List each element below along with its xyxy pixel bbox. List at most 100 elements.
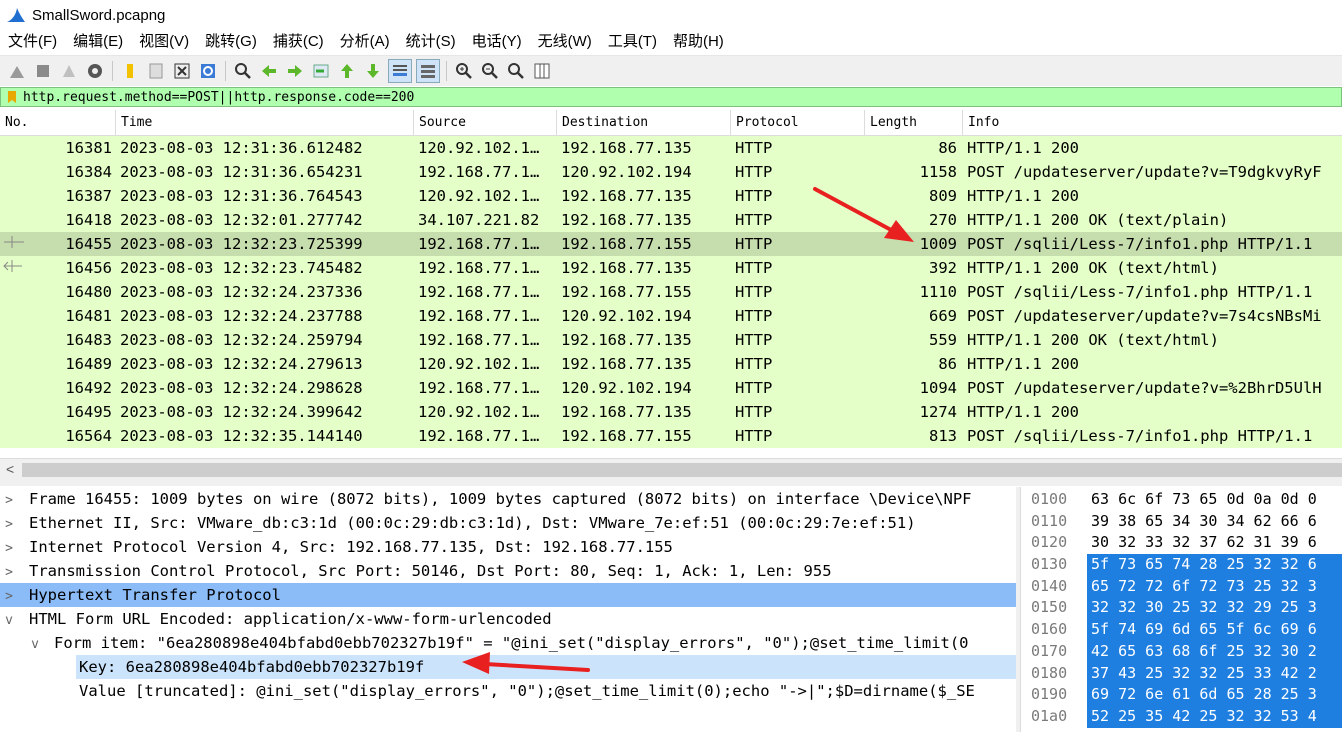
packet-row[interactable]: 16489 2023-08-03 12:32:24.279613 120.92.10… xyxy=(0,352,1342,376)
hex-offset: 0150 xyxy=(1031,598,1068,617)
tree-item-value[interactable]: Value [truncated]: @ini_set("display_err… xyxy=(0,679,1016,703)
packet-list-hscrollbar[interactable]: < xyxy=(0,458,1342,481)
tree-item-form-item[interactable]: v Form item: "6ea280898e404bfabd0ebb70232… xyxy=(0,631,1016,655)
hex-row[interactable]: 0150 32 32 30 25 32 32 29 25 3 xyxy=(1021,597,1342,620)
reload-icon[interactable] xyxy=(197,60,219,82)
packet-cell-len: 1110 xyxy=(919,283,957,301)
expand-chevron-icon[interactable]: > xyxy=(0,513,18,537)
hex-row[interactable]: 0180 37 43 25 32 32 25 33 42 2 xyxy=(1021,662,1342,685)
zoom-out-icon[interactable] xyxy=(479,60,501,82)
packet-row[interactable]: 16481 2023-08-03 12:32:24.237788 192.168.7… xyxy=(0,304,1342,328)
packet-cell-time: 2023-08-03 12:31:36.764543 xyxy=(120,187,363,205)
menu-view[interactable]: 视图(V) xyxy=(131,30,197,54)
menu-help[interactable]: 帮助(H) xyxy=(665,30,732,54)
shark-start-icon[interactable] xyxy=(6,60,28,82)
packet-row[interactable]: 16384 2023-08-03 12:31:36.654231 192.168.7… xyxy=(0,160,1342,184)
menu-wireless[interactable]: 无线(W) xyxy=(530,30,600,54)
expand-chevron-icon[interactable]: > xyxy=(0,489,18,513)
title-bar: SmallSword.pcapng xyxy=(0,0,1342,30)
hex-row[interactable]: 0160 5f 74 69 6d 65 5f 6c 69 6 xyxy=(1021,619,1342,641)
tree-item-tcp[interactable]: > Transmission Control Protocol, Src Port… xyxy=(0,559,1016,583)
packet-row[interactable]: 16480 2023-08-03 12:32:24.237336 192.168.7… xyxy=(0,280,1342,304)
hex-row[interactable]: 0130 5f 73 65 74 28 25 32 32 6 xyxy=(1021,554,1342,576)
display-filter-input[interactable]: http.request.method==POST||http.response… xyxy=(23,90,414,105)
column-header-protocol[interactable]: Protocol xyxy=(731,110,865,135)
packet-cell-time: 2023-08-03 12:32:01.277742 xyxy=(120,211,363,229)
last-packet-icon[interactable] xyxy=(362,60,384,82)
scrollbar-thumb[interactable] xyxy=(22,463,1342,477)
hex-row[interactable]: 0110 39 38 65 34 30 34 62 66 6 xyxy=(1021,511,1342,533)
menu-capture[interactable]: 捕获(C) xyxy=(265,30,332,54)
menu-analyze[interactable]: 分析(A) xyxy=(332,30,398,54)
autoscroll-icon[interactable] xyxy=(388,59,412,83)
resize-columns-icon[interactable] xyxy=(531,60,553,82)
save-icon[interactable] xyxy=(145,60,167,82)
tree-item-form-urlencoded[interactable]: v HTML Form URL Encoded: application/x-ww… xyxy=(0,607,1016,631)
packet-row[interactable]: 16495 2023-08-03 12:32:24.399642 120.92.10… xyxy=(0,400,1342,424)
hex-row[interactable]: 0120 30 32 33 32 37 62 31 39 6 xyxy=(1021,532,1342,554)
menu-tools[interactable]: 工具(T) xyxy=(600,30,665,54)
hex-row[interactable]: 0170 42 65 63 68 6f 25 32 30 2 xyxy=(1021,640,1342,663)
packet-row[interactable]: 16456 2023-08-03 12:32:23.745482 192.168.7… xyxy=(0,256,1342,280)
tree-item-ip[interactable]: > Internet Protocol Version 4, Src: 192.1… xyxy=(0,535,1016,559)
packet-row[interactable]: 16381 2023-08-03 12:31:36.612482 120.92.10… xyxy=(0,136,1342,160)
packet-row[interactable]: 16483 2023-08-03 12:32:24.259794 192.168.7… xyxy=(0,328,1342,352)
forward-icon[interactable] xyxy=(284,60,306,82)
hex-row[interactable]: 01a0 52 25 35 42 25 32 32 53 4 xyxy=(1021,705,1342,728)
stop-icon[interactable] xyxy=(32,60,54,82)
packet-row[interactable]: 16387 2023-08-03 12:31:36.764543 120.92.10… xyxy=(0,184,1342,208)
display-filter-bar[interactable]: http.request.method==POST||http.response… xyxy=(0,87,1342,107)
colorize-icon[interactable] xyxy=(416,59,440,83)
collapse-chevron-icon[interactable]: v xyxy=(26,633,44,657)
hex-row[interactable]: 0190 69 72 6e 61 6d 65 28 25 3 xyxy=(1021,684,1342,706)
find-icon[interactable] xyxy=(232,60,254,82)
packet-cell-dst: 192.168.77.135 xyxy=(561,403,692,421)
options-gear-icon[interactable] xyxy=(84,60,106,82)
packet-row[interactable]: 16564 2023-08-03 12:32:35.144140 192.168.7… xyxy=(0,424,1342,448)
packet-details-tree[interactable]: > Frame 16455: 1009 bytes on wire (8072 b… xyxy=(0,487,1016,732)
tree-item-frame[interactable]: > Frame 16455: 1009 bytes on wire (8072 b… xyxy=(0,487,1016,511)
menu-statistics[interactable]: 统计(S) xyxy=(398,30,464,54)
packet-cell-proto: HTTP xyxy=(735,307,773,325)
menu-telephony[interactable]: 电话(Y) xyxy=(464,30,530,54)
expand-chevron-icon[interactable]: > xyxy=(0,561,18,585)
packet-cell-no: 16456 xyxy=(65,259,112,277)
main-toolbar xyxy=(0,55,1342,86)
close-file-icon[interactable] xyxy=(171,60,193,82)
packet-cell-dst: 192.168.77.155 xyxy=(561,235,692,253)
column-header-no[interactable]: No. xyxy=(0,110,116,135)
first-packet-icon[interactable] xyxy=(336,60,358,82)
column-header-info[interactable]: Info xyxy=(963,110,1342,135)
restart-icon[interactable] xyxy=(58,60,80,82)
menu-file[interactable]: 文件(F) xyxy=(0,30,65,54)
zoom-in-icon[interactable] xyxy=(453,60,475,82)
column-header-time[interactable]: Time xyxy=(116,110,414,135)
hex-bytes: 37 43 25 32 32 25 33 42 2 xyxy=(1087,662,1342,685)
back-icon[interactable] xyxy=(258,60,280,82)
packet-row[interactable]: 16455 2023-08-03 12:32:23.725399 192.168.7… xyxy=(0,232,1342,256)
expand-chevron-icon[interactable]: > xyxy=(0,537,18,561)
hex-offset: 0100 xyxy=(1031,490,1068,508)
column-header-destination[interactable]: Destination xyxy=(557,110,731,135)
packet-list[interactable]: No. Time Source Destination Protocol Len… xyxy=(0,110,1342,458)
tree-item-http[interactable]: > Hypertext Transfer Protocol xyxy=(0,583,1016,607)
menu-go[interactable]: 跳转(G) xyxy=(197,30,265,54)
packet-row[interactable]: 16492 2023-08-03 12:32:24.298628 192.168.7… xyxy=(0,376,1342,400)
hex-row[interactable]: 0140 65 72 72 6f 72 73 25 32 3 xyxy=(1021,575,1342,598)
tree-item-key[interactable]: Key: 6ea280898e404bfabd0ebb702327b19f xyxy=(0,655,1016,679)
column-header-source[interactable]: Source xyxy=(414,110,557,135)
open-folder-icon[interactable] xyxy=(119,60,141,82)
expand-chevron-icon[interactable]: > xyxy=(0,585,18,609)
bookmark-icon[interactable] xyxy=(7,90,17,104)
zoom-normal-icon[interactable] xyxy=(505,60,527,82)
collapse-chevron-icon[interactable]: v xyxy=(0,609,18,633)
column-header-length[interactable]: Length xyxy=(865,110,963,135)
pane-splitter[interactable] xyxy=(0,481,1342,486)
menu-edit[interactable]: 编辑(E) xyxy=(65,30,131,54)
hex-row[interactable]: 0100 63 6c 6f 73 65 0d 0a 0d 0 xyxy=(1021,489,1342,511)
packet-row[interactable]: 16418 2023-08-03 12:32:01.277742 34.107.22… xyxy=(0,208,1342,232)
goto-packet-icon[interactable] xyxy=(310,60,332,82)
tree-item-ethernet[interactable]: > Ethernet II, Src: VMware_db:c3:1d (00:0… xyxy=(0,511,1016,535)
packet-bytes-pane[interactable]: 0100 63 6c 6f 73 65 0d 0a 0d 0 0110 39 38 6… xyxy=(1020,487,1342,732)
scroll-left-icon[interactable]: < xyxy=(6,461,14,477)
